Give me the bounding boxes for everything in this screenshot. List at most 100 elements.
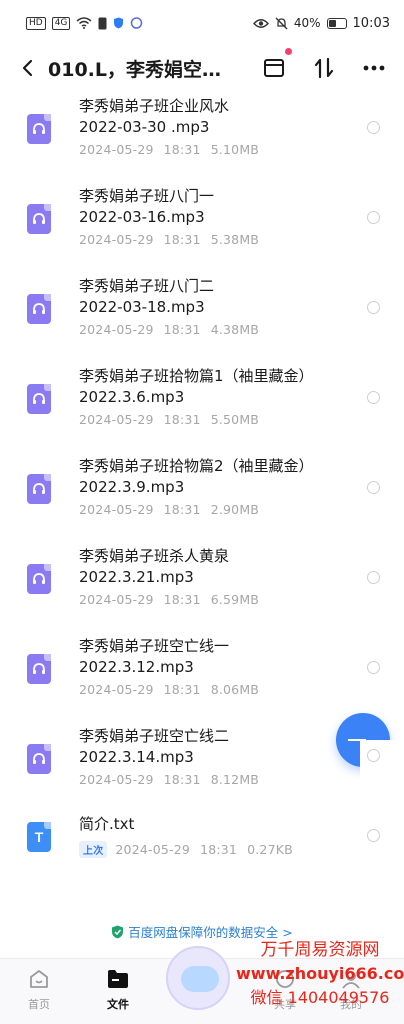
file-name: 李秀娟弟子班企业风水 2022-03-30 .mp3 xyxy=(79,97,230,136)
last-opened-tag: 上次 xyxy=(79,841,108,858)
audio-file-icon xyxy=(27,564,51,594)
file-date: 2024-05-29 xyxy=(115,842,191,857)
mute-bell-icon xyxy=(275,17,288,29)
file-meta: 2024-05-29 18:31 5.50MB xyxy=(79,412,259,427)
hd-indicator: HD xyxy=(26,16,46,30)
file-size: 5.38MB xyxy=(210,232,260,247)
file-name: 李秀娟弟子班八门二 2022-03-18.mp3 xyxy=(79,277,215,316)
select-radio[interactable] xyxy=(367,829,380,842)
headphones-icon xyxy=(33,663,45,674)
network-indicator: 4G xyxy=(51,16,71,30)
file-row[interactable]: 李秀娟弟子班空亡线一 2022.3.12.mp3 2024-05-29 18:31… xyxy=(0,632,404,722)
file-name: 李秀娟弟子班杀人黄泉 2022.3.21.mp3 xyxy=(79,547,230,586)
headphones-icon xyxy=(33,213,45,224)
audio-file-icon xyxy=(27,204,51,234)
file-name: 李秀娟弟子班空亡线二 2022.3.14.mp3 xyxy=(79,727,230,766)
watermark: 万千周易资源网 www.zhouyi666.com 微信 1404049576 xyxy=(166,938,404,1016)
file-size: 8.12MB xyxy=(210,772,260,787)
file-size: 5.50MB xyxy=(210,412,260,427)
file-time: 18:31 xyxy=(163,322,201,337)
file-meta: 2024-05-29 18:31 5.38MB xyxy=(79,232,259,247)
file-size: 4.38MB xyxy=(210,322,260,337)
file-name: 李秀娟弟子班八门一 2022-03-16.mp3 xyxy=(79,187,215,226)
headphones-icon xyxy=(33,393,45,404)
header: 010.L，李秀娟空亡… xyxy=(0,46,404,90)
file-row[interactable]: 李秀娟弟子班杀人黄泉 2022.3.21.mp3 2024-05-29 18:31… xyxy=(0,542,404,632)
more-button[interactable] xyxy=(362,56,386,80)
notification-badge xyxy=(285,48,292,55)
select-radio[interactable] xyxy=(367,481,380,494)
nav-files-label: 文件 xyxy=(107,998,129,1011)
shield-status-icon xyxy=(114,17,124,29)
txt-letter: T xyxy=(34,829,44,845)
file-date: 2024-05-29 xyxy=(79,682,154,697)
battery-percent: 40% xyxy=(293,16,321,30)
eye-icon xyxy=(252,18,269,28)
file-time: 18:31 xyxy=(163,502,201,517)
audio-file-icon xyxy=(27,384,51,414)
file-date: 2024-05-29 xyxy=(79,322,154,337)
headphones-icon xyxy=(33,123,45,134)
watermark-line2: www.zhouyi666.com xyxy=(236,964,404,983)
watermark-text: 万千周易资源网 www.zhouyi666.com 微信 1404049576 xyxy=(236,938,404,1010)
file-row[interactable]: T 简介.txt 上次 2024-05-29 18:31 0.27KB xyxy=(0,812,404,902)
nav-home[interactable]: 首页 xyxy=(9,959,69,1024)
file-size: 8.06MB xyxy=(210,682,260,697)
select-radio[interactable] xyxy=(367,301,380,314)
audio-file-icon xyxy=(27,744,51,774)
file-name: 李秀娟弟子班空亡线一 2022.3.12.mp3 xyxy=(79,637,230,676)
select-radio[interactable] xyxy=(367,571,380,584)
select-radio[interactable] xyxy=(367,661,380,674)
file-date: 2024-05-29 xyxy=(79,232,154,247)
file-name: 李秀娟弟子班拾物篇1（袖里藏金） 2022.3.6.mp3 xyxy=(79,367,314,406)
file-meta: 2024-05-29 18:31 5.10MB xyxy=(79,142,259,157)
mascot-image xyxy=(166,946,230,1010)
audio-file-icon xyxy=(27,654,51,684)
file-row[interactable]: 李秀娟弟子班八门一 2022-03-16.mp3 2024-05-29 18:31… xyxy=(0,182,404,272)
file-date: 2024-05-29 xyxy=(79,772,154,787)
headphones-icon xyxy=(33,573,45,584)
select-radio[interactable] xyxy=(367,749,380,762)
sort-icon xyxy=(314,57,334,79)
file-time: 18:31 xyxy=(163,772,201,787)
select-radio[interactable] xyxy=(367,211,380,224)
sim-icon xyxy=(98,17,107,29)
nav-files[interactable]: 文件 xyxy=(88,959,148,1024)
headphones-icon xyxy=(33,753,45,764)
file-row[interactable]: 李秀娟弟子班拾物篇2（袖里藏金） 2022.3.9.mp3 2024-05-29… xyxy=(0,452,404,542)
select-radio[interactable] xyxy=(367,391,380,404)
select-radio[interactable] xyxy=(367,121,380,134)
shield-icon xyxy=(112,925,124,939)
file-row[interactable]: 李秀娟弟子班企业风水 2022-03-30 .mp3 2024-05-29 18:… xyxy=(0,92,404,182)
clock: 10:03 xyxy=(352,15,390,31)
status-bar: HD 4G 40% 10:03 xyxy=(0,0,404,46)
home-icon xyxy=(30,970,48,988)
file-name: 简介.txt xyxy=(79,815,135,833)
file-name: 李秀娟弟子班拾物篇2（袖里藏金） 2022.3.9.mp3 xyxy=(79,457,314,496)
file-date: 2024-05-29 xyxy=(79,412,154,427)
file-size: 2.90MB xyxy=(210,502,260,517)
txt-file-icon: T xyxy=(27,822,51,852)
file-meta: 2024-05-29 18:31 4.38MB xyxy=(79,322,259,337)
status-right: 40% 10:03 xyxy=(252,15,390,31)
file-time: 18:31 xyxy=(163,682,201,697)
nav-home-label: 首页 xyxy=(28,998,50,1011)
audio-file-icon xyxy=(27,474,51,504)
sort-button[interactable] xyxy=(312,56,336,80)
file-meta: 2024-05-29 18:31 6.59MB xyxy=(79,592,259,607)
file-time: 18:31 xyxy=(163,232,201,247)
file-row[interactable]: 李秀娟弟子班八门二 2022-03-18.mp3 2024-05-29 18:31… xyxy=(0,272,404,362)
back-button[interactable] xyxy=(16,54,38,82)
cloud-status-icon xyxy=(131,17,143,29)
file-row[interactable]: 李秀娟弟子班拾物篇1（袖里藏金） 2022.3.6.mp3 2024-05-29… xyxy=(0,362,404,452)
watermark-line1: 万千周易资源网 xyxy=(260,940,380,960)
audio-file-icon xyxy=(27,294,51,324)
file-time: 18:31 xyxy=(200,842,238,857)
file-time: 18:31 xyxy=(163,142,201,157)
file-meta: 上次 2024-05-29 18:31 0.27KB xyxy=(79,841,293,858)
transfer-list-button[interactable] xyxy=(262,48,292,80)
headphones-icon xyxy=(33,483,45,494)
headphones-icon xyxy=(33,303,45,314)
file-size: 5.10MB xyxy=(210,142,260,157)
battery-icon xyxy=(326,17,347,29)
